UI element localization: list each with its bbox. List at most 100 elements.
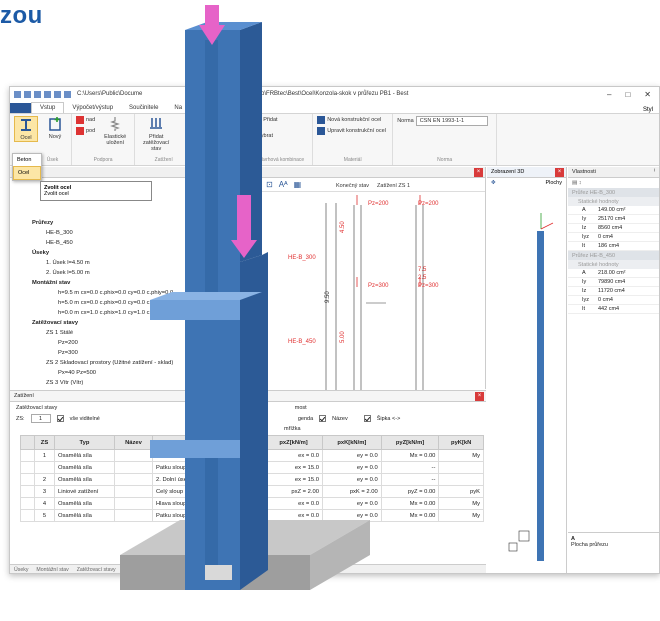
table-cell[interactable]: ey = 0.0 [321,509,382,522]
row-selector[interactable] [20,485,35,498]
tree-item[interactable]: h=0.0 m cx=1.0 c.phix=1.0 cy=1.0 c.phiy=… [24,308,244,318]
tree-item[interactable]: Úseky [24,248,244,258]
table-cell[interactable]: Osamělá síla [54,461,115,474]
tree-item[interactable]: Px=40 Pz=500 [24,368,244,378]
qa-icon[interactable] [14,90,21,98]
col-header[interactable]: ZS [34,435,55,450]
tree-item[interactable]: Pz=300 [24,348,244,358]
props-row[interactable]: Iy 79890 cm4 [568,278,659,287]
norm-select[interactable]: CSN EN 1993-1-1 [415,116,488,126]
add-above-button[interactable]: nad [76,116,95,124]
dropdown-item-ocel[interactable]: Ocel [13,166,41,180]
table-cell[interactable]: Pz = 200.00 [201,449,266,462]
props-row[interactable]: Iyz 0 cm4 [568,233,659,242]
tree-item[interactable]: Pz=200 [24,338,244,348]
table-row[interactable]: Osamělá síla Patku sloupu Pz = 300.00 ex = … [20,461,484,474]
table-cell[interactable]: pxK = 2.00 [321,485,382,498]
col-header[interactable]: Typ [54,435,115,450]
elastic-support-button[interactable]: Elastické uložení [100,116,130,146]
table-cell[interactable] [114,509,153,522]
tab-zatezovaci-stavy[interactable]: Zatěžovací stavy [77,567,116,573]
tree-item[interactable]: 1. Úsek l=4.50 m [24,258,244,268]
view3d-mode[interactable]: Plochy [545,180,562,186]
grid-icon[interactable]: ▦ [294,180,302,189]
close-icon[interactable]: × [475,391,484,401]
table-cell[interactable]: 1 [34,449,55,462]
dropdown-item-beton[interactable]: Beton [13,154,41,166]
tree-item[interactable]: Montážní stav [24,278,244,288]
qa-icon[interactable] [24,90,31,98]
close-icon[interactable]: × [233,167,242,177]
qa-icon[interactable] [44,90,51,98]
add-below-button[interactable]: pod [76,127,95,135]
table-cell[interactable]: 4 [34,497,55,510]
table-cell[interactable] [114,497,153,510]
col-header[interactable]: Název [114,435,153,450]
tab-montazni-stav[interactable]: Montážní stav [36,567,68,573]
table-cell[interactable]: -- [380,473,440,486]
table-cell[interactable]: Mx = 0.00 [380,509,440,522]
table-cell[interactable]: ex = 0.0 [264,497,323,510]
row-selector[interactable] [20,509,35,522]
props-row[interactable]: A 149.00 cm² [568,206,659,215]
close-icon[interactable]: × [555,167,564,177]
table-cell[interactable]: pxZ = 2.00 [264,485,323,498]
props-row[interactable]: Iz 11720 cm4 [568,287,659,296]
table-cell[interactable]: My [438,497,484,510]
select-button[interactable]: Vybrat [253,133,277,139]
table-cell[interactable] [114,461,153,474]
table-cell[interactable]: pyZ = 0.00 [380,485,440,498]
table-cell[interactable]: Hlava sloupu [152,449,203,462]
col-header[interactable] [20,435,35,450]
pan-icon[interactable]: ✥ [491,180,496,186]
text-size-icon[interactable]: Aᴬ [279,180,288,189]
tab-zatizeni[interactable]: Zat [123,567,138,573]
table-cell[interactable]: Liniové zatížení [54,485,115,498]
tab-useky[interactable]: Úseky [14,567,28,573]
table-cell[interactable]: -- [380,461,440,474]
table-cell[interactable] [438,461,484,474]
col-header[interactable]: pxZ[kN/m] [264,435,323,450]
props-subsection-header[interactable]: Statické hodnoty [568,197,659,206]
table-cell[interactable]: Mx = 0.00 [380,449,440,462]
all-visible-checkbox[interactable] [56,415,64,422]
table-row[interactable]: 3 Liniové zatížení Celý sloup l = 0.000 pxZ … [20,485,484,498]
table-cell[interactable]: 5 [34,509,55,522]
table-cell[interactable]: Pz = 300.00 [201,461,266,474]
table-cell[interactable]: pyK [438,485,484,498]
table-cell[interactable]: Osamělá síla [54,497,115,510]
props-row[interactable]: Iz 8560 cm4 [568,224,659,233]
table-cell[interactable]: Osamělá síla [54,473,115,486]
add-load-state-button[interactable]: Přidat zatěžovací stav [139,116,173,152]
table-cell[interactable]: ey = 0.0 [321,461,382,474]
ocel-button[interactable]: Ocel [14,116,38,143]
tab-soucinitele[interactable]: Součinitele [121,103,166,113]
name-checkbox[interactable] [319,415,327,422]
tree-item[interactable]: ZS 2 Skladovací prostory (Užitné zatížen… [24,358,244,368]
table-cell[interactable]: ey = 0.0 [321,497,382,510]
new-steel-button[interactable]: Nová konstrukční ocel [317,116,388,124]
table-row[interactable]: 5 Osamělá síla Patku sloupu Pz = 0.00 ex = 0… [20,509,484,522]
tree-item[interactable]: ZS 3 Vítr (Vítr) [24,378,244,388]
table-cell[interactable]: ey = 0.0 [321,449,382,462]
col-header[interactable]: pyZ[kN/m] [380,435,440,450]
col-header[interactable]: pyK[kN [438,435,484,450]
novy-button[interactable]: Nový [43,116,67,140]
props-row[interactable]: A 218.00 cm² [568,269,659,278]
table-cell[interactable]: ex = 0.0 [264,449,323,462]
tree-item[interactable]: 2. Úsek l=5.00 m [24,268,244,278]
table-cell[interactable] [114,485,153,498]
add-combination-button[interactable]: Přidat [253,116,278,124]
tree-item[interactable]: Průřezy [24,218,244,228]
zs-stepper[interactable]: 1 [30,414,51,423]
table-cell[interactable] [438,473,484,486]
tab-vzda[interactable]: Vzda [214,103,244,113]
table-cell[interactable]: 2 [34,473,55,486]
col-header[interactable]: Délka[m] [201,435,266,450]
minimize-button[interactable]: – [607,90,611,99]
props-row[interactable]: Iyz 0 cm4 [568,296,659,305]
table-cell[interactable]: Celý sloup [152,485,203,498]
table-cell[interactable]: My [438,449,484,462]
table-cell[interactable]: Mx = 0.00 [380,497,440,510]
props-section-header[interactable]: Průřez HE-B_450 [568,251,659,260]
